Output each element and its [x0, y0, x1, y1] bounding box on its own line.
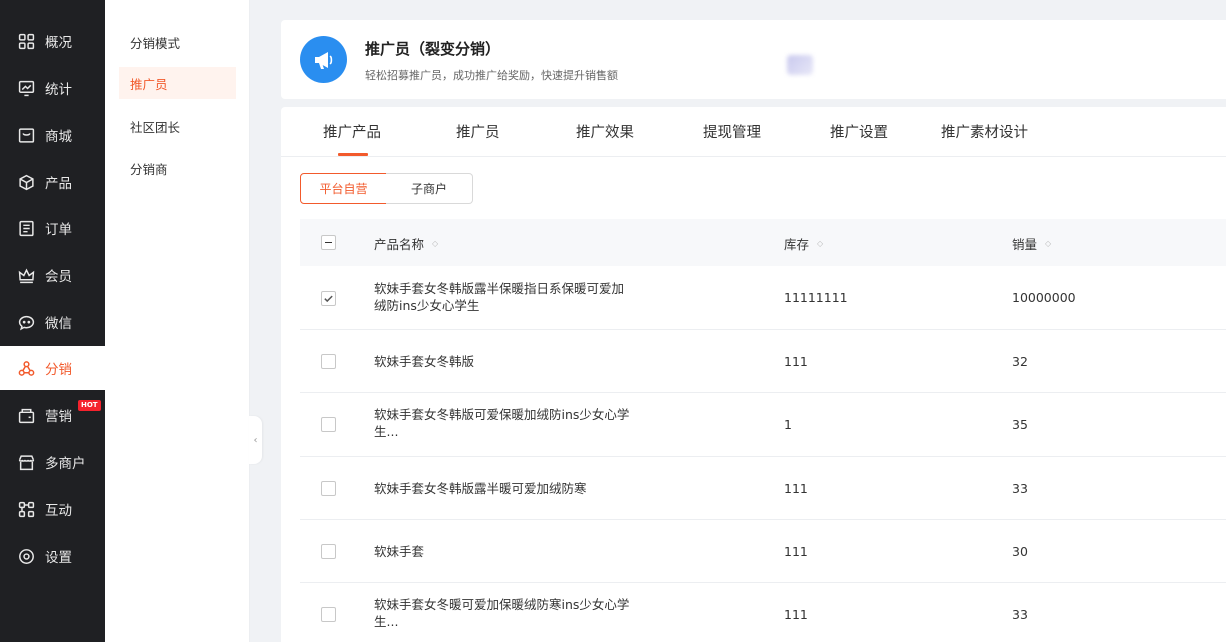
nav-label: 微信: [45, 316, 72, 332]
nav-item-product[interactable]: 产品: [0, 160, 105, 204]
hot-badge: HOT: [78, 400, 101, 411]
settings-icon: [18, 548, 35, 565]
tab-promoted-products[interactable]: 推广产品: [323, 121, 381, 142]
table-row[interactable]: 软妹手套女冬韩版露半保暖指日系保暖可爱加绒防ins少女心学生 11111111 …: [300, 266, 1226, 330]
page-header: 推广员（裂变分销） 轻松招募推广员，成功推广给奖励，快速提升销售额: [281, 20, 1226, 99]
nav-label: 商城: [45, 129, 72, 145]
nav-label: 统计: [45, 82, 72, 98]
nav-label: 会员: [45, 269, 72, 285]
subnav-item-distributor[interactable]: 分销商: [119, 152, 236, 184]
subnav-item-distribution-mode[interactable]: 分销模式: [119, 26, 236, 58]
nav-item-store[interactable]: 商城: [0, 113, 105, 157]
product-name: 软妹手套: [374, 544, 425, 559]
wechat-icon: [18, 314, 35, 331]
product-name: 软妹手套女冬韩版露半保暖指日系保暖可爱加绒防ins少女心学生: [374, 281, 625, 313]
subnav-item-promoter[interactable]: 推广员: [119, 67, 236, 99]
interaction-icon: [18, 501, 35, 518]
stock-value: 111: [784, 481, 808, 496]
tab-promotion-material-design[interactable]: 推广素材设计: [941, 121, 1028, 142]
tab-withdrawal-management[interactable]: 提现管理: [703, 121, 761, 142]
stock-value: 11111111: [784, 290, 848, 305]
nav-item-multi-merchant[interactable]: 多商户: [0, 440, 105, 484]
sales-value: 32: [1012, 354, 1028, 369]
main-sidebar: 概况 统计 商城 产品 订单 会员 微信 分销 营销 HOT 多商户 互动 设置: [0, 0, 105, 642]
active-tab-indicator: [338, 153, 368, 156]
nav-item-marketing[interactable]: 营销 HOT: [0, 393, 105, 437]
nav-item-wechat[interactable]: 微信: [0, 300, 105, 344]
sort-icon[interactable]: ◇: [1045, 239, 1051, 247]
nav-label: 概况: [45, 35, 72, 51]
sort-icon[interactable]: ◇: [432, 239, 438, 247]
nav-item-overview[interactable]: 概况: [0, 19, 105, 63]
stock-value: 1: [784, 417, 792, 432]
table-row[interactable]: 软妹手套女冬暖可爱加保暖绒防寒ins少女心学生... 111 33: [300, 583, 1226, 642]
tab-promoters[interactable]: 推广员: [456, 121, 500, 142]
chart-icon: [18, 80, 35, 97]
product-name: 软妹手套女冬韩版: [374, 354, 475, 369]
sub-sidebar: 分销模式 推广员 社区团长 分销商: [105, 0, 250, 642]
row-checkbox[interactable]: [321, 291, 336, 306]
sales-value: 10000000: [1012, 290, 1076, 305]
page-title: 推广员（裂变分销）: [365, 40, 501, 58]
content-panel: 推广产品 推广员 推广效果 提现管理 推广设置 推广素材设计 平台自营 子商户 …: [281, 107, 1226, 642]
crown-icon: [18, 267, 35, 284]
nav-item-interaction[interactable]: 互动: [0, 487, 105, 531]
tab-promotion-settings[interactable]: 推广设置: [830, 121, 888, 142]
blurred-icon: [787, 55, 813, 75]
select-all-checkbox[interactable]: [321, 235, 336, 250]
table-row[interactable]: 软妹手套女冬韩版 111 32: [300, 330, 1226, 393]
sales-value: 33: [1012, 481, 1028, 496]
sales-value: 35: [1012, 417, 1028, 432]
page-subtitle: 轻松招募推广员，成功推广给奖励，快速提升销售额: [365, 69, 618, 82]
product-name: 软妹手套女冬韩版可爱保暖加绒防ins少女心学生...: [374, 407, 630, 439]
subnav-item-community-leader[interactable]: 社区团长: [119, 110, 236, 142]
segment-platform-self-operated[interactable]: 平台自营: [300, 173, 387, 204]
row-checkbox[interactable]: [321, 417, 336, 432]
store-icon: [18, 127, 35, 144]
product-name: 软妹手套女冬韩版露半暖可爱加绒防寒: [374, 481, 587, 496]
nav-label: 设置: [45, 550, 72, 566]
stock-value: 111: [784, 354, 808, 369]
nav-item-statistics[interactable]: 统计: [0, 66, 105, 110]
nav-label: 产品: [45, 176, 72, 192]
multi-merchant-icon: [18, 454, 35, 471]
column-header-product-name[interactable]: 产品名称 ◇: [374, 234, 438, 253]
tab-promotion-effect[interactable]: 推广效果: [576, 121, 634, 142]
product-name: 软妹手套女冬暖可爱加保暖绒防寒ins少女心学生...: [374, 597, 630, 629]
nav-item-order[interactable]: 订单: [0, 206, 105, 250]
stock-value: 111: [784, 544, 808, 559]
marketing-icon: [18, 407, 35, 424]
nav-label: 多商户: [45, 456, 86, 472]
table-row[interactable]: 软妹手套女冬韩版可爱保暖加绒防ins少女心学生... 1 35: [300, 393, 1226, 457]
order-icon: [18, 220, 35, 237]
nav-label: 营销: [45, 409, 72, 425]
row-checkbox[interactable]: [321, 354, 336, 369]
table-header: 产品名称 ◇ 库存 ◇ 销量 ◇: [300, 219, 1226, 266]
table-row[interactable]: 软妹手套 111 30: [300, 520, 1226, 583]
sales-value: 33: [1012, 607, 1028, 622]
nav-item-settings[interactable]: 设置: [0, 534, 105, 578]
tab-bar: 推广产品 推广员 推广效果 提现管理 推广设置 推广素材设计: [281, 107, 1226, 157]
chevron-left-icon: ‹: [253, 434, 258, 446]
dashboard-icon: [18, 33, 35, 50]
megaphone-icon: [300, 36, 347, 83]
sort-icon[interactable]: ◇: [817, 239, 823, 247]
column-header-sales[interactable]: 销量 ◇: [1012, 234, 1051, 253]
collapse-sidebar-handle[interactable]: ‹: [249, 416, 262, 464]
nav-item-member[interactable]: 会员: [0, 253, 105, 297]
table-row[interactable]: 软妹手套女冬韩版露半暖可爱加绒防寒 111 33: [300, 457, 1226, 520]
segment-sub-merchant[interactable]: 子商户: [386, 173, 473, 204]
nav-label: 分销: [45, 362, 72, 378]
sales-value: 30: [1012, 544, 1028, 559]
box-icon: [18, 174, 35, 191]
nav-item-distribution[interactable]: 分销: [0, 346, 105, 390]
nav-label: 互动: [45, 503, 72, 519]
column-header-stock[interactable]: 库存 ◇: [784, 234, 823, 253]
stock-value: 111: [784, 607, 808, 622]
row-checkbox[interactable]: [321, 544, 336, 559]
nav-label: 订单: [45, 222, 72, 238]
row-checkbox[interactable]: [321, 607, 336, 622]
row-checkbox[interactable]: [321, 481, 336, 496]
distribution-icon: [18, 360, 35, 377]
